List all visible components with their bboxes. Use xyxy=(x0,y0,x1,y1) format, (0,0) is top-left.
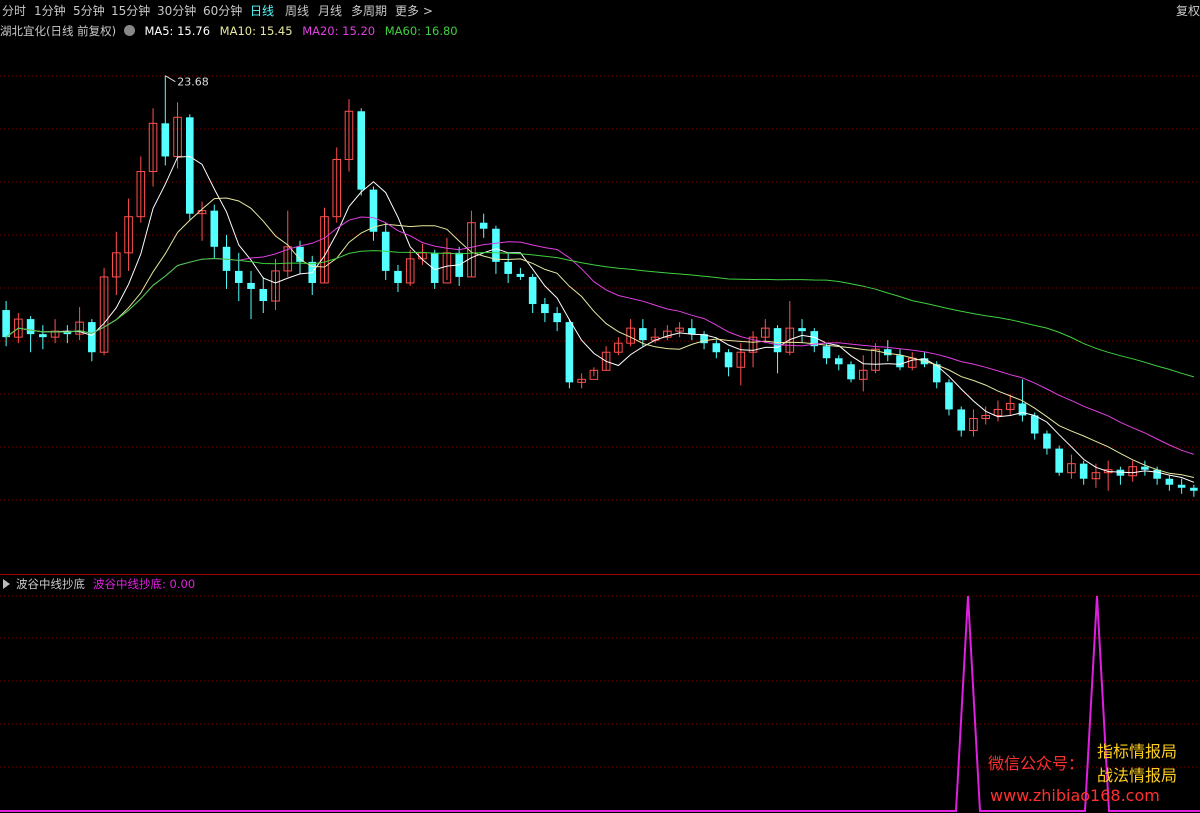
candle-body xyxy=(394,270,402,283)
candle-body xyxy=(1043,433,1051,449)
indicator-panel xyxy=(0,595,1200,812)
candle-body xyxy=(479,222,488,229)
indicator-value: 波谷中线抄底: 0.00 xyxy=(93,577,196,591)
candle-body xyxy=(492,228,500,262)
candle-body xyxy=(234,270,243,283)
moving-averages xyxy=(5,155,1195,483)
candle-body xyxy=(26,319,35,335)
ma20-line xyxy=(5,216,1195,455)
candle-body xyxy=(798,328,806,332)
candle-body xyxy=(553,313,561,323)
watermark-url: www.zhibiao168.com xyxy=(990,786,1160,805)
candle-body xyxy=(541,304,549,314)
candle-body xyxy=(565,322,574,383)
candle-body xyxy=(2,310,10,338)
candle-body xyxy=(1153,469,1161,479)
candle-body xyxy=(1141,466,1149,470)
candle-body xyxy=(88,322,96,353)
max-price-label: 23.68 xyxy=(177,76,209,89)
grid-lines xyxy=(0,75,1200,768)
candle-body xyxy=(504,261,512,274)
candle-body xyxy=(724,352,733,368)
candle-body xyxy=(1055,448,1063,473)
candle-body xyxy=(957,409,966,431)
candle-body xyxy=(883,349,892,356)
candle-body xyxy=(186,117,194,214)
candle-body xyxy=(516,273,525,277)
ma10-line xyxy=(5,197,1195,478)
candle-body xyxy=(1165,478,1174,485)
candle-body xyxy=(712,343,721,353)
candle-body xyxy=(369,189,378,232)
kline-chart[interactable]: 23.68 xyxy=(0,0,1200,813)
candle-body xyxy=(688,328,696,335)
candle-body xyxy=(210,210,219,247)
candle-body xyxy=(161,123,170,157)
candle-body xyxy=(259,288,268,302)
indicator-info: 波谷中线抄底 波谷中线抄底: 0.00 xyxy=(0,575,195,593)
annotation-pointer xyxy=(165,75,176,83)
watermark-brand1: 指标情报局 xyxy=(1097,742,1178,761)
candle-body xyxy=(945,382,953,410)
candle-body xyxy=(1190,487,1198,491)
candle-body xyxy=(847,364,855,380)
candle-body xyxy=(528,276,537,305)
candle-body xyxy=(1177,484,1186,488)
candle-body xyxy=(896,355,904,368)
candle-body xyxy=(1079,463,1088,479)
candle-body xyxy=(39,334,47,338)
candle-body xyxy=(932,364,941,383)
candle-body xyxy=(822,346,831,359)
candle-body xyxy=(1030,415,1039,434)
candle-body xyxy=(357,111,366,190)
candle-body xyxy=(834,358,843,365)
price-annotation: 23.68 xyxy=(165,75,209,89)
candle-body xyxy=(247,282,255,289)
watermark-brand2: 战法情报局 xyxy=(1097,766,1178,785)
ma5-line xyxy=(5,155,1195,483)
watermark-prefix: 微信公众号： xyxy=(988,754,1085,773)
watermark-line1: 微信公众号： xyxy=(988,750,1084,774)
triangle-icon[interactable] xyxy=(3,579,10,589)
candle-body xyxy=(773,328,782,353)
ma60-line xyxy=(5,250,1195,378)
indicator-line xyxy=(0,595,1200,812)
indicator-name: 波谷中线抄底 xyxy=(16,577,85,591)
candle-body xyxy=(639,328,647,341)
